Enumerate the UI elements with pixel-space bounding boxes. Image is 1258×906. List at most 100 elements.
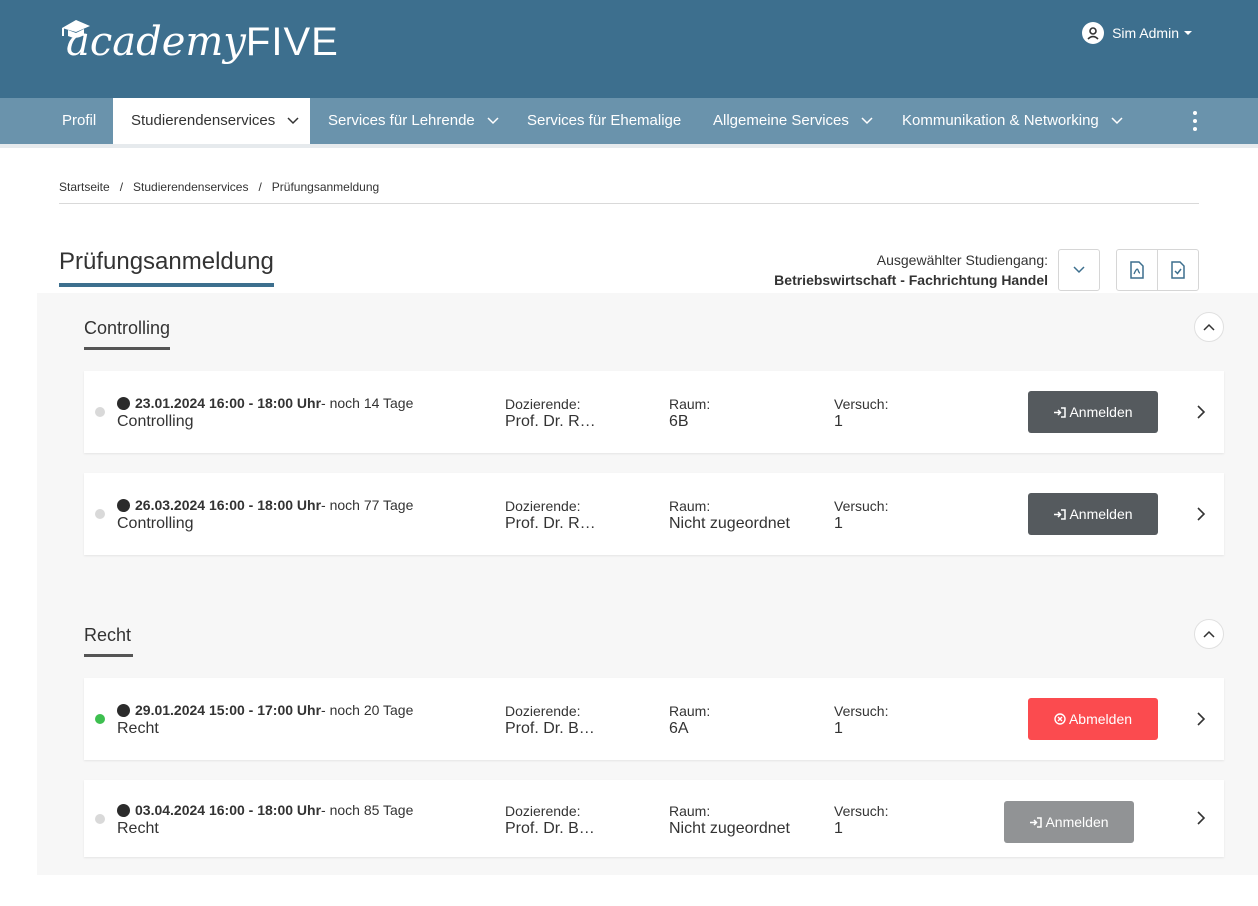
breadcrumb-separator: /	[119, 180, 124, 194]
exam-datetime: 26.03.2024 16:00 - 18:00 Uhr	[135, 497, 322, 513]
exam-row[interactable]: 29.01.2024 15:00 - 17:00 Uhr - noch 20 T…	[84, 678, 1224, 760]
chevron-up-icon	[1203, 323, 1215, 331]
exam-row[interactable]: 03.04.2024 16:00 - 18:00 Uhr - noch 85 T…	[84, 780, 1224, 857]
breadcrumb: Startseite / Studierendenservices / Prüfungs…	[59, 180, 379, 194]
raum-label: Raum:	[669, 498, 711, 514]
anmelden-button[interactable]: Anmelden	[1028, 493, 1158, 535]
logo-text-upper: FIVE	[245, 20, 339, 64]
breadcrumb-separator: /	[258, 180, 262, 194]
page-title: Prüfungsanmeldung	[59, 248, 274, 275]
nav-divider	[0, 144, 1258, 148]
collapse-section-button[interactable]	[1194, 619, 1224, 649]
nav-item-kommunikation[interactable]: Kommunikation & Networking	[902, 98, 1123, 144]
versuch-value: 1	[834, 720, 843, 737]
raum-value: 6A	[669, 720, 689, 737]
versuch-label: Versuch:	[834, 396, 889, 412]
dozierende-label: Dozierende:	[505, 703, 581, 719]
exam-remaining: - noch 20 Tage	[321, 702, 414, 718]
raum-value: 6B	[669, 413, 689, 430]
nav-item-studierendenservices[interactable]: Studierendenservices	[113, 98, 310, 148]
exam-course: Controlling	[117, 515, 194, 532]
nav-item-profil[interactable]: Profil	[62, 98, 96, 144]
dozierende-value: Prof. Dr. B…	[505, 720, 595, 737]
status-dot	[95, 814, 105, 824]
dozierende-value: Prof. Dr. R…	[505, 413, 596, 430]
sign-in-icon	[1030, 816, 1043, 828]
exam-row[interactable]: 23.01.2024 16:00 - 18:00 Uhr - noch 14 T…	[84, 371, 1224, 453]
status-dot	[95, 509, 105, 519]
chevron-right-icon[interactable]	[1196, 507, 1206, 521]
raum-label: Raum:	[669, 396, 711, 412]
versuch-label: Versuch:	[834, 498, 889, 514]
chevron-down-icon	[487, 117, 499, 125]
nav-item-services-ehemalige[interactable]: Services für Ehemalige	[527, 98, 681, 144]
status-dot	[95, 407, 105, 417]
versuch-label: Versuch:	[834, 703, 889, 719]
dozierende-value: Prof. Dr. B…	[505, 820, 595, 837]
graduation-cap-icon	[62, 20, 90, 38]
user-name: Sim Admin	[1112, 25, 1179, 41]
section-title-controlling: Controlling	[84, 318, 171, 338]
raum-value: Nicht zugeordnet	[669, 820, 790, 837]
exam-datetime: 03.04.2024 16:00 - 18:00 Uhr	[135, 802, 322, 818]
studiengang-value: Betriebswirtschaft - Fachrichtung Handel	[774, 272, 1048, 288]
exam-remaining: - noch 77 Tage	[321, 497, 414, 513]
versuch-value: 1	[834, 515, 843, 532]
versuch-value: 1	[834, 413, 843, 430]
file-check-icon	[1171, 261, 1185, 279]
date-bullet	[117, 396, 130, 410]
chevron-down-icon	[861, 117, 873, 125]
section-underline	[84, 347, 170, 350]
versuch-label: Versuch:	[834, 803, 889, 819]
chevron-down-icon	[1073, 266, 1085, 274]
nav-item-allgemeine-services[interactable]: Allgemeine Services	[713, 98, 873, 144]
chevron-right-icon[interactable]	[1196, 712, 1206, 726]
breadcrumb-studierendenservices[interactable]: Studierendenservices	[133, 180, 248, 194]
breadcrumb-current: Prüfungsanmeldung	[271, 180, 380, 194]
anmelden-button[interactable]: Anmelden	[1028, 391, 1158, 433]
sign-in-icon	[1054, 508, 1067, 520]
breadcrumb-divider	[59, 203, 1199, 204]
studiengang-dropdown-button[interactable]	[1058, 249, 1100, 291]
nav-item-services-lehrende[interactable]: Services für Lehrende	[328, 98, 499, 144]
breadcrumb-startseite[interactable]: Startseite	[59, 180, 110, 194]
status-dot	[95, 714, 105, 724]
dozierende-value: Prof. Dr. R…	[505, 515, 596, 532]
dozierende-label: Dozierende:	[505, 803, 581, 819]
sign-in-icon	[1054, 406, 1067, 418]
raum-value: Nicht zugeordnet	[669, 515, 790, 532]
abmelden-button[interactable]: Abmelden	[1028, 698, 1158, 740]
chevron-up-icon	[1203, 630, 1215, 638]
chevron-right-icon[interactable]	[1196, 405, 1206, 419]
exam-remaining: - noch 85 Tage	[321, 802, 414, 818]
exam-remaining: - noch 14 Tage	[321, 395, 414, 411]
chevron-down-icon	[1111, 117, 1123, 125]
logo-text-lower: academy	[66, 19, 246, 65]
date-bullet	[117, 498, 130, 512]
file-check-button[interactable]	[1157, 249, 1199, 291]
exam-course: Recht	[117, 720, 159, 737]
user-menu[interactable]: Sim Admin	[1082, 22, 1192, 44]
chevron-down-icon	[287, 117, 299, 125]
raum-label: Raum:	[669, 703, 711, 719]
exam-course: Controlling	[117, 413, 194, 430]
raum-label: Raum:	[669, 803, 711, 819]
file-pdf-icon	[1130, 261, 1144, 279]
date-bullet	[117, 703, 130, 717]
title-underline	[59, 283, 274, 287]
exam-datetime: 29.01.2024 15:00 - 17:00 Uhr	[135, 702, 322, 718]
exam-course: Recht	[117, 820, 159, 837]
academyfive-logo[interactable]: academyFIVE	[60, 14, 339, 74]
collapse-section-button[interactable]	[1194, 312, 1224, 342]
dozierende-label: Dozierende:	[505, 396, 581, 412]
caret-down-icon	[1184, 31, 1192, 35]
pdf-export-button[interactable]	[1116, 249, 1158, 291]
section-title-recht: Recht	[84, 625, 132, 645]
more-vertical-icon[interactable]	[1192, 111, 1198, 131]
chevron-right-icon[interactable]	[1196, 811, 1206, 825]
anmelden-button[interactable]: Anmelden	[1004, 801, 1134, 843]
exam-row[interactable]: 26.03.2024 16:00 - 18:00 Uhr - noch 77 T…	[84, 473, 1224, 555]
date-bullet	[117, 803, 130, 817]
studiengang-label: Ausgewählter Studiengang:	[876, 252, 1048, 268]
section-underline	[84, 654, 133, 657]
